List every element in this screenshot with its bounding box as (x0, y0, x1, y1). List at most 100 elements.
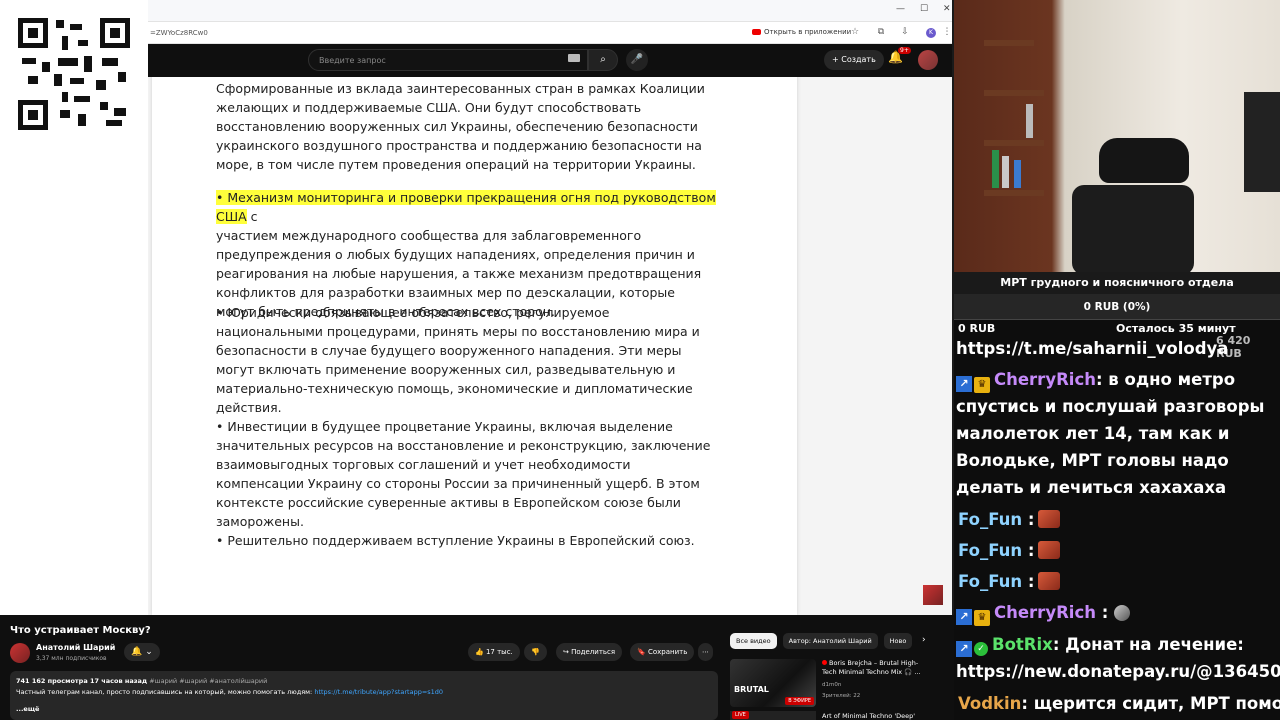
video-stats: 741 162 просмотра 17 часов назад (16, 677, 148, 685)
doc-paragraph: • Юридически обязывающее обязательство, … (216, 305, 700, 415)
thumbs-down-icon: 👎 (531, 648, 540, 656)
donation-progress: 0 RUB (0%) (954, 294, 1280, 320)
qr-code-icon (18, 18, 130, 130)
close-icon[interactable]: ✕ (943, 4, 951, 14)
chat-username: Fo_Fun (958, 572, 1023, 591)
youtube-icon (752, 29, 761, 35)
crown-badge-icon: ♛ (974, 610, 990, 626)
like-button[interactable]: 👍 17 тыс. (468, 643, 520, 661)
recommended-viewers: Зрителей: 22 (822, 693, 861, 699)
recommendation-chips: Все видео Автор: Анатолий Шарий Ново (730, 633, 913, 649)
emote-icon (1038, 572, 1061, 590)
mic-icon[interactable]: 🎤 (626, 49, 648, 71)
recommended-thumbnail-2[interactable]: LIVE (730, 711, 816, 720)
recommended-channel[interactable]: d1m0n (822, 682, 841, 688)
open-in-app-button[interactable]: Открыть в приложении (752, 28, 851, 36)
emote-icon (1114, 605, 1131, 621)
prime-badge-icon: ↗ (956, 376, 972, 392)
address-bar[interactable]: =ZWYoCz8RCw0 Открыть в приложении ☆ ⧉ ⇩ … (148, 22, 952, 44)
stream-screen: — ☐ ✕ =ZWYoCz8RCw0 Открыть в приложении … (0, 0, 1280, 720)
chat-username: Fo_Fun (958, 510, 1023, 529)
prime-badge-icon: ↗ (956, 641, 972, 657)
channel-avatar[interactable] (10, 643, 30, 663)
browser-window: — ☐ ✕ =ZWYoCz8RCw0 Открыть в приложении … (148, 0, 954, 615)
video-tags[interactable]: #шарий #шарий #анатолійшарий (149, 677, 267, 685)
webcam-view (954, 0, 1280, 272)
chip-author[interactable]: Автор: Анатолий Шарий (782, 633, 878, 649)
user-avatar[interactable] (918, 50, 938, 70)
subscriber-count: 3,37 млн подписчиков (36, 655, 107, 662)
video-info: Что устраивает Москву? Анатолий Шарий 3,… (0, 615, 954, 720)
crown-badge-icon: ♛ (974, 377, 990, 393)
url-text[interactable]: =ZWYoCz8RCw0 (150, 29, 208, 37)
emote-icon (1038, 541, 1061, 559)
browser-titlebar: — ☐ ✕ (148, 0, 952, 22)
profile-avatar[interactable]: K (926, 28, 936, 38)
subscribe-bell-button[interactable]: 🔔 ⌄ (124, 643, 160, 661)
prime-badge-icon: ↗ (956, 609, 972, 625)
recommended-title[interactable]: Boris Brejcha – Brutal High-Tech Minimal… (822, 659, 930, 677)
chat-text: : щерится сидит, МРТ помогло (1021, 694, 1280, 713)
chat-message: Vodkin: щерится сидит, МРТ помогло (956, 690, 1280, 717)
chat-message: ↗ ✓ BotRix: Донат на лечение: https://new.… (956, 631, 1280, 685)
recommended-thumbnail[interactable]: BRUTAL В ЭФИРЕ (730, 659, 816, 707)
chevron-right-icon[interactable]: › (922, 635, 926, 645)
document-page: • Возможные возможности ... многонациона… (152, 77, 797, 615)
chip-all-videos[interactable]: Все видео (730, 633, 777, 649)
chat-message: ↗ ♛ CherryRich: в одно метро спустись и по… (956, 366, 1280, 501)
chat-message: Fo_Fun : (956, 568, 1280, 595)
chat-message: Fo_Fun : (956, 537, 1280, 564)
youtube-header: Введите запрос ⌕ 🎤 + Создать 🔔 9+ (148, 44, 952, 77)
search-input[interactable]: Введите запрос (308, 49, 588, 71)
description-link[interactable]: https://t.me/tribute/app?startapp=s1d0 (314, 688, 443, 696)
verified-badge-icon: ✓ (974, 642, 988, 656)
share-button[interactable]: ↪ Поделиться (556, 643, 623, 661)
recommended-title-2[interactable]: Art of Minimal Techno 'Deep' (822, 712, 915, 720)
live-badge: В ЭФИРЕ (785, 697, 814, 705)
doc-paragraph: • Возможные возможности ... многонациона… (216, 81, 705, 172)
chat-username: CherryRich (994, 370, 1096, 389)
video-title: Что устраивает Москву? (10, 625, 151, 636)
chat-text: : в одно метро спустись и послушай разго… (956, 370, 1265, 497)
search-button[interactable]: ⌕ (588, 49, 618, 71)
menu-icon[interactable]: ⋮ (942, 27, 952, 37)
donation-min: 0 RUB (958, 322, 996, 335)
dislike-button[interactable]: 👎 (524, 643, 547, 661)
bookmark-icon: 🔖 (637, 648, 646, 656)
doc-paragraph: • Решительно поддерживаем вступление Укр… (216, 533, 695, 548)
thumbnail-logo: BRUTAL (734, 685, 769, 694)
star-icon[interactable]: ☆ (850, 27, 860, 37)
thumbs-up-icon: 👍 (475, 648, 484, 656)
chat-message: ↗ ♛ CherryRich : (956, 599, 1280, 626)
save-button[interactable]: 🔖 Сохранить (630, 643, 695, 661)
more-actions-button[interactable]: ⋯ (698, 643, 713, 661)
chair-icon (1099, 138, 1189, 183)
search-icon: ⌕ (600, 54, 606, 65)
maximize-icon[interactable]: ☐ (920, 4, 928, 14)
chat-link: https://t.me/saharnii_volodya (956, 339, 1229, 358)
show-more-button[interactable]: ...ещё (16, 705, 39, 713)
donation-goal-title: МРТ грудного и поясничного отдела (954, 272, 1280, 294)
live-dot-icon (822, 660, 827, 665)
left-panel (0, 0, 150, 615)
description-text: Частный телеграм канал, просто подписавш… (16, 688, 313, 696)
download-icon[interactable]: ⇩ (900, 27, 910, 37)
minimize-icon[interactable]: — (896, 4, 905, 14)
channel-name[interactable]: Анатолий Шарий (36, 643, 115, 652)
share-icon: ↪ (563, 648, 569, 656)
chat-username: CherryRich (994, 603, 1096, 622)
chat-username: BotRix (992, 635, 1053, 654)
extensions-icon[interactable]: ⧉ (876, 27, 886, 37)
channel-watermark[interactable] (923, 585, 943, 605)
live-badge: LIVE (732, 711, 749, 719)
chat-message: Fo_Fun : (956, 506, 1280, 533)
keyboard-icon[interactable] (568, 54, 580, 62)
highlighted-text: • Механизм мониторинга и проверки прекра… (216, 190, 716, 224)
doc-paragraph: • Инвестиции в будущее процветание Украи… (216, 419, 711, 529)
create-button[interactable]: + Создать (824, 50, 884, 70)
video-frame[interactable]: • Возможные возможности ... многонациона… (148, 77, 952, 615)
chat-username: Vodkin (958, 694, 1022, 713)
chip-new[interactable]: Ново (883, 633, 913, 649)
description-box[interactable]: 741 162 просмотра 17 часов назад #шарий … (10, 671, 718, 720)
emote-icon (1038, 510, 1061, 528)
